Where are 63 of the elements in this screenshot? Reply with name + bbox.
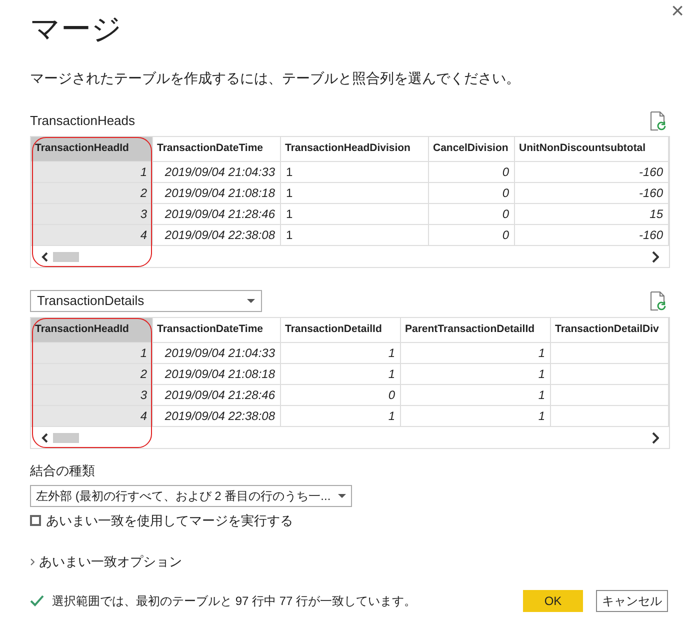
table-dropdown[interactable]: TransactionDetails: [30, 290, 262, 312]
table-cell: 2019/09/04 21:08:18: [153, 363, 281, 384]
table-cell: 2: [31, 363, 153, 384]
table-cell: 1: [31, 161, 153, 182]
refresh-icon[interactable]: [650, 111, 666, 131]
table-cell: 0: [429, 161, 515, 182]
table-label: TransactionHeads: [30, 112, 136, 130]
dialog-title: マージ: [30, 12, 122, 48]
table-cell: 2019/09/04 21:04:33: [153, 161, 281, 182]
checkbox[interactable]: [30, 514, 41, 526]
scroll-left-icon[interactable]: [41, 432, 49, 442]
chevron-icon: [30, 558, 36, 566]
table-cell: 1: [281, 405, 401, 426]
table-cell: 1: [281, 224, 429, 245]
fuzzy-options-toggle[interactable]: あいまい一致オプション: [30, 552, 182, 572]
table-cell: 2019/09/04 21:08:18: [153, 182, 281, 203]
table-cell: 0: [429, 224, 515, 245]
close-button[interactable]: ×: [667, 0, 688, 22]
table-cell: 4: [31, 224, 153, 245]
table-cell: 1: [401, 363, 551, 384]
table-cell: 1: [401, 384, 551, 405]
table-cell: 15: [515, 203, 669, 224]
table-cell: 1: [281, 342, 401, 363]
scroll-right-icon[interactable]: [651, 432, 659, 444]
scroll-left-icon[interactable]: [41, 252, 49, 262]
table-cell: 1: [31, 342, 153, 363]
table-cell: 1: [281, 363, 401, 384]
join-kind-label: 結合の種類: [30, 462, 95, 480]
table-cell: 1: [281, 161, 429, 182]
table-cell: -160: [515, 182, 669, 203]
table-cell: 0: [281, 384, 401, 405]
table-cell: -160: [515, 224, 669, 245]
table-cell: 1: [281, 182, 429, 203]
table-cell: 0: [429, 203, 515, 224]
table-cell: 2019/09/04 21:28:46: [153, 384, 281, 405]
table-cell: 1: [281, 203, 429, 224]
table-cell: 3: [31, 384, 153, 405]
status-message: 選択範囲では、最初のテーブルと 97 行中 77 行が一致しています。: [52, 592, 416, 610]
ok-button[interactable]: OK: [523, 590, 583, 612]
caret-icon: [247, 299, 255, 303]
scrollbar-thumb[interactable]: [53, 432, 79, 442]
table-cell: -160: [515, 161, 669, 182]
refresh-icon[interactable]: [650, 291, 666, 311]
checkbox-label: あいまい一致を使用してマージを実行する: [46, 512, 293, 530]
checkmark-icon: [30, 594, 44, 606]
scroll-right-icon[interactable]: [651, 250, 659, 262]
table-cell: 2019/09/04 22:38:08: [153, 405, 281, 426]
table-cell: 3: [31, 203, 153, 224]
cancel-button[interactable]: キャンセル: [596, 590, 668, 612]
table-cell: 2019/09/04 21:04:33: [153, 342, 281, 363]
scrollbar-thumb[interactable]: [53, 252, 79, 262]
instruction-text: マージされたテーブルを作成するには、テーブルと照合列を選んでください。: [30, 69, 520, 88]
caret-icon: [338, 494, 346, 498]
table-cell: 2019/09/04 21:28:46: [153, 203, 281, 224]
table-cell: 1: [401, 342, 551, 363]
column-header[interactable]: TransactionHeadId: [31, 318, 153, 342]
table-cell: 4: [31, 405, 153, 426]
join-kind-dropdown[interactable]: 左外部 (最初の行すべて、および 2 番目の行のうち一...: [30, 484, 352, 506]
column-header[interactable]: TransactionHeadId: [31, 137, 153, 161]
table-cell: 0: [429, 182, 515, 203]
table-cell: 2019/09/04 22:38:08: [153, 224, 281, 245]
table-cell: 2: [31, 182, 153, 203]
table-cell: 1: [401, 405, 551, 426]
